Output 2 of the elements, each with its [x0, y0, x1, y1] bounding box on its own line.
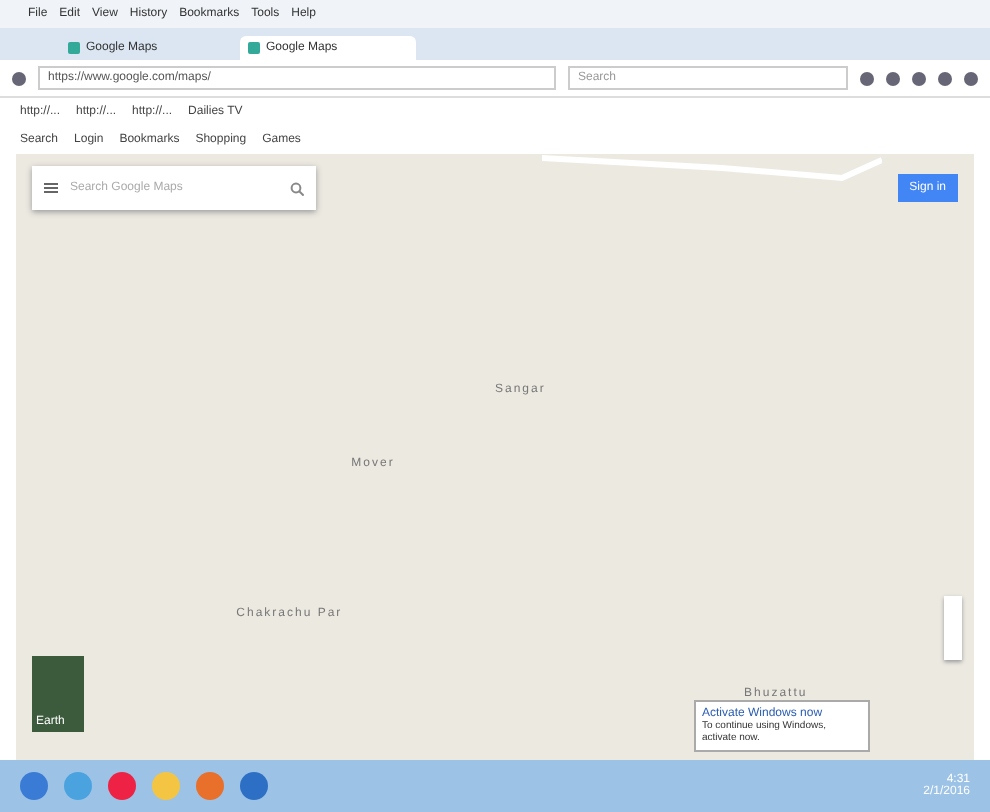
menu-icon[interactable]	[44, 182, 58, 194]
search-icon[interactable]	[290, 181, 304, 195]
